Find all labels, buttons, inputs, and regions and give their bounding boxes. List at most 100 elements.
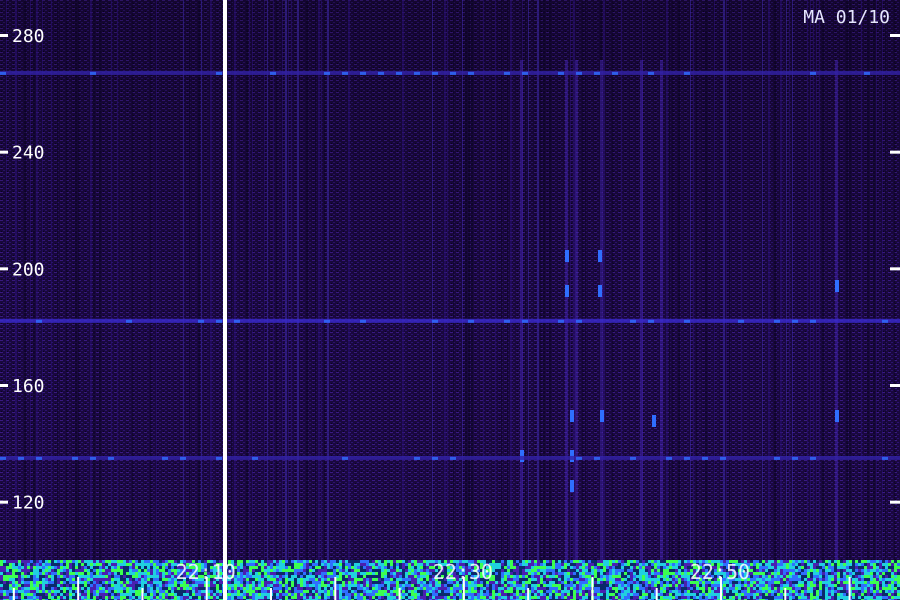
strip-pixel bbox=[852, 584, 855, 587]
strip-pixel bbox=[621, 563, 624, 566]
strip-pixel bbox=[696, 584, 699, 587]
strip-pixel bbox=[588, 581, 591, 584]
strip-pixel bbox=[105, 590, 108, 593]
strip-pixel bbox=[318, 566, 321, 569]
strip-pixel bbox=[528, 581, 531, 584]
strip-pixel bbox=[255, 590, 258, 593]
time-column bbox=[210, 0, 212, 560]
strip-pixel bbox=[102, 569, 105, 572]
x-tick bbox=[398, 588, 401, 600]
strip-pixel bbox=[303, 593, 306, 596]
strip-pixel bbox=[54, 593, 57, 596]
band-dot bbox=[522, 71, 528, 75]
strip-pixel bbox=[36, 584, 39, 587]
strip-pixel bbox=[423, 569, 426, 572]
strip-pixel bbox=[789, 590, 792, 593]
strip-pixel bbox=[36, 563, 39, 566]
strip-pixel bbox=[42, 572, 45, 575]
strip-pixel bbox=[702, 587, 705, 590]
strip-pixel bbox=[777, 590, 780, 593]
strip-pixel bbox=[588, 566, 591, 569]
strip-pixel bbox=[33, 566, 36, 569]
strip-pixel bbox=[9, 566, 12, 569]
strip-pixel bbox=[87, 575, 90, 578]
strip-pixel bbox=[708, 587, 711, 590]
strip-pixel bbox=[492, 596, 495, 599]
strip-pixel bbox=[765, 560, 768, 563]
strip-pixel bbox=[756, 563, 759, 566]
strip-pixel bbox=[459, 596, 462, 599]
strip-pixel bbox=[369, 581, 372, 584]
strip-pixel bbox=[387, 587, 390, 590]
strip-pixel bbox=[549, 566, 552, 569]
band-dot bbox=[558, 319, 564, 323]
strip-pixel bbox=[546, 578, 549, 581]
strip-pixel bbox=[792, 563, 795, 566]
strip-pixel bbox=[72, 575, 75, 578]
y-tick bbox=[0, 267, 8, 271]
strip-pixel bbox=[369, 584, 372, 587]
strip-pixel bbox=[144, 593, 147, 596]
strip-pixel bbox=[858, 575, 861, 578]
y-tick bbox=[0, 150, 8, 154]
strip-pixel bbox=[810, 590, 813, 593]
strip-pixel bbox=[6, 596, 9, 599]
strip-pixel bbox=[327, 572, 330, 575]
time-column bbox=[246, 0, 248, 560]
strip-pixel bbox=[93, 569, 96, 572]
strip-pixel bbox=[231, 596, 234, 599]
strip-pixel bbox=[816, 563, 819, 566]
strip-pixel bbox=[573, 593, 576, 596]
strip-pixel bbox=[516, 575, 519, 578]
strip-pixel bbox=[30, 593, 33, 596]
strip-pixel bbox=[783, 584, 786, 587]
strip-pixel bbox=[534, 572, 537, 575]
strip-pixel bbox=[327, 566, 330, 569]
strip-pixel bbox=[279, 578, 282, 581]
strip-pixel bbox=[90, 578, 93, 581]
strip-pixel bbox=[582, 560, 585, 563]
strip-pixel bbox=[51, 590, 54, 593]
strip-pixel bbox=[666, 572, 669, 575]
strip-pixel bbox=[279, 566, 282, 569]
strip-pixel bbox=[285, 593, 288, 596]
strip-pixel bbox=[834, 590, 837, 593]
strip-pixel bbox=[582, 587, 585, 590]
strip-pixel bbox=[48, 581, 51, 584]
strip-pixel bbox=[810, 569, 813, 572]
strip-pixel bbox=[93, 581, 96, 584]
strip-pixel bbox=[657, 563, 660, 566]
strip-pixel bbox=[33, 572, 36, 575]
strip-pixel bbox=[309, 575, 312, 578]
strip-pixel bbox=[444, 584, 447, 587]
strip-pixel bbox=[33, 584, 36, 587]
strip-pixel bbox=[336, 563, 339, 566]
strip-pixel bbox=[84, 566, 87, 569]
strip-pixel bbox=[339, 575, 342, 578]
strip-pixel bbox=[450, 587, 453, 590]
strip-pixel bbox=[27, 563, 30, 566]
strip-pixel bbox=[831, 569, 834, 572]
strip-pixel bbox=[561, 593, 564, 596]
strip-pixel bbox=[576, 593, 579, 596]
strip-pixel bbox=[495, 572, 498, 575]
strip-pixel bbox=[564, 593, 567, 596]
strip-pixel bbox=[393, 575, 396, 578]
time-column bbox=[780, 0, 782, 560]
strip-pixel bbox=[396, 584, 399, 587]
strip-pixel bbox=[576, 596, 579, 599]
time-column bbox=[285, 0, 287, 560]
strip-pixel bbox=[99, 593, 102, 596]
y-tick-label: 160 bbox=[12, 376, 45, 397]
strip-pixel bbox=[399, 560, 402, 563]
strip-pixel bbox=[798, 581, 801, 584]
strip-pixel bbox=[111, 572, 114, 575]
strip-pixel bbox=[699, 587, 702, 590]
strip-pixel bbox=[846, 572, 849, 575]
strip-pixel bbox=[666, 578, 669, 581]
strip-pixel bbox=[156, 569, 159, 572]
strip-pixel bbox=[531, 572, 534, 575]
strip-pixel bbox=[753, 560, 756, 563]
strip-pixel bbox=[36, 572, 39, 575]
strip-pixel bbox=[711, 596, 714, 599]
